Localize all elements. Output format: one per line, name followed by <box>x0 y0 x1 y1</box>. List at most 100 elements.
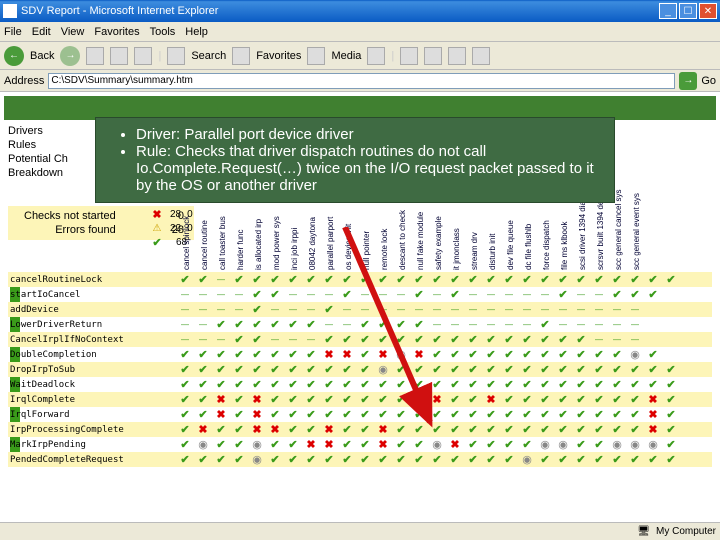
result-cell[interactable]: ✔ <box>322 409 336 421</box>
result-cell[interactable]: ✔ <box>196 379 210 391</box>
result-cell[interactable]: ✔ <box>556 349 570 361</box>
result-cell[interactable]: ✔ <box>484 454 498 466</box>
result-cell[interactable]: ✔ <box>520 424 534 436</box>
result-cell[interactable]: — <box>466 319 480 331</box>
result-cell[interactable]: ✔ <box>610 364 624 376</box>
result-cell[interactable]: ✔ <box>538 379 552 391</box>
result-cell[interactable]: ✔ <box>592 394 606 406</box>
result-cell[interactable]: ✔ <box>538 334 552 346</box>
result-cell[interactable]: ✔ <box>520 409 534 421</box>
result-cell[interactable]: — <box>178 289 192 301</box>
result-cell[interactable]: ✔ <box>322 454 336 466</box>
result-cell[interactable]: ✔ <box>250 304 264 316</box>
result-cell[interactable]: ✔ <box>466 394 480 406</box>
result-cell[interactable]: ✖ <box>214 394 228 406</box>
result-cell[interactable]: ✔ <box>304 379 318 391</box>
row-label[interactable]: addDevice <box>8 305 178 315</box>
result-cell[interactable]: ✔ <box>484 364 498 376</box>
result-cell[interactable]: ✔ <box>466 424 480 436</box>
result-cell[interactable]: ✔ <box>286 379 300 391</box>
result-cell[interactable]: ✔ <box>268 394 282 406</box>
result-cell[interactable]: ✔ <box>538 274 552 286</box>
result-cell[interactable]: ✔ <box>268 379 282 391</box>
row-label[interactable]: DoubleCompletion <box>8 350 178 360</box>
result-cell[interactable]: — <box>610 334 624 346</box>
result-cell[interactable]: ✔ <box>286 319 300 331</box>
result-cell[interactable]: — <box>232 289 246 301</box>
result-cell[interactable]: ✔ <box>520 364 534 376</box>
row-label[interactable]: IrpProcessingComplete <box>8 425 178 435</box>
menu-view[interactable]: View <box>61 26 85 38</box>
result-cell[interactable]: ✔ <box>646 349 660 361</box>
result-cell[interactable]: ✔ <box>268 364 282 376</box>
result-cell[interactable]: ✔ <box>502 454 516 466</box>
result-cell[interactable]: ✔ <box>646 289 660 301</box>
result-cell[interactable]: ✔ <box>178 454 192 466</box>
result-cell[interactable]: ✔ <box>610 349 624 361</box>
result-cell[interactable]: ✔ <box>592 364 606 376</box>
result-cell[interactable]: — <box>286 304 300 316</box>
result-cell[interactable]: ◉ <box>646 439 660 451</box>
result-cell[interactable]: ◉ <box>250 439 264 451</box>
menu-tools[interactable]: Tools <box>150 26 176 38</box>
result-cell[interactable]: — <box>520 289 534 301</box>
row-label[interactable]: startIoCancel <box>8 290 178 300</box>
result-cell[interactable]: ✔ <box>628 364 642 376</box>
result-cell[interactable]: ✔ <box>628 274 642 286</box>
result-cell[interactable]: ✔ <box>250 274 264 286</box>
result-cell[interactable]: ✔ <box>214 364 228 376</box>
result-cell[interactable]: ✔ <box>484 439 498 451</box>
result-cell[interactable]: ✔ <box>592 454 606 466</box>
result-cell[interactable]: ✔ <box>178 349 192 361</box>
result-cell[interactable]: ✔ <box>592 424 606 436</box>
result-cell[interactable]: ✔ <box>232 424 246 436</box>
result-cell[interactable]: ✔ <box>556 394 570 406</box>
stop-button[interactable] <box>86 47 104 65</box>
result-cell[interactable]: — <box>556 319 570 331</box>
result-cell[interactable]: ✔ <box>610 289 624 301</box>
go-button[interactable]: → <box>679 72 697 90</box>
result-cell[interactable]: ✖ <box>484 394 498 406</box>
result-cell[interactable]: ✔ <box>268 439 282 451</box>
result-cell[interactable]: ✔ <box>232 409 246 421</box>
result-cell[interactable]: ✔ <box>664 424 678 436</box>
result-cell[interactable]: — <box>268 304 282 316</box>
result-cell[interactable]: ✔ <box>520 274 534 286</box>
result-cell[interactable]: — <box>574 304 588 316</box>
result-cell[interactable]: ✖ <box>250 424 264 436</box>
back-button[interactable]: ← <box>4 46 24 66</box>
refresh-button[interactable] <box>110 47 128 65</box>
result-cell[interactable]: — <box>592 289 606 301</box>
result-cell[interactable]: — <box>628 319 642 331</box>
result-cell[interactable]: ✔ <box>322 364 336 376</box>
result-cell[interactable]: ✔ <box>250 334 264 346</box>
result-cell[interactable]: ✔ <box>502 274 516 286</box>
result-cell[interactable]: ✔ <box>484 274 498 286</box>
result-cell[interactable]: — <box>304 304 318 316</box>
result-cell[interactable]: — <box>484 304 498 316</box>
row-label[interactable]: IrqlComplete <box>8 395 178 405</box>
result-cell[interactable]: ✔ <box>556 334 570 346</box>
result-cell[interactable]: — <box>322 319 336 331</box>
result-cell[interactable]: ✔ <box>538 409 552 421</box>
result-cell[interactable]: ✔ <box>502 334 516 346</box>
result-cell[interactable]: ◉ <box>610 439 624 451</box>
result-cell[interactable]: ✔ <box>556 454 570 466</box>
result-cell[interactable]: — <box>214 289 228 301</box>
menu-edit[interactable]: Edit <box>32 26 51 38</box>
result-cell[interactable]: ✔ <box>610 409 624 421</box>
result-cell[interactable]: ✔ <box>196 364 210 376</box>
result-cell[interactable]: ✔ <box>178 439 192 451</box>
result-cell[interactable]: ✔ <box>502 349 516 361</box>
result-cell[interactable]: ✔ <box>574 409 588 421</box>
result-cell[interactable]: ✔ <box>268 274 282 286</box>
result-cell[interactable]: ✔ <box>592 274 606 286</box>
result-cell[interactable]: ✔ <box>232 274 246 286</box>
column-header[interactable]: scc general event sys <box>632 152 646 270</box>
result-cell[interactable]: — <box>592 304 606 316</box>
result-cell[interactable]: ✖ <box>646 394 660 406</box>
row-label[interactable]: DropIrpToSub <box>8 365 178 375</box>
result-cell[interactable]: ✔ <box>304 454 318 466</box>
result-cell[interactable]: — <box>196 334 210 346</box>
result-cell[interactable]: ✔ <box>304 274 318 286</box>
